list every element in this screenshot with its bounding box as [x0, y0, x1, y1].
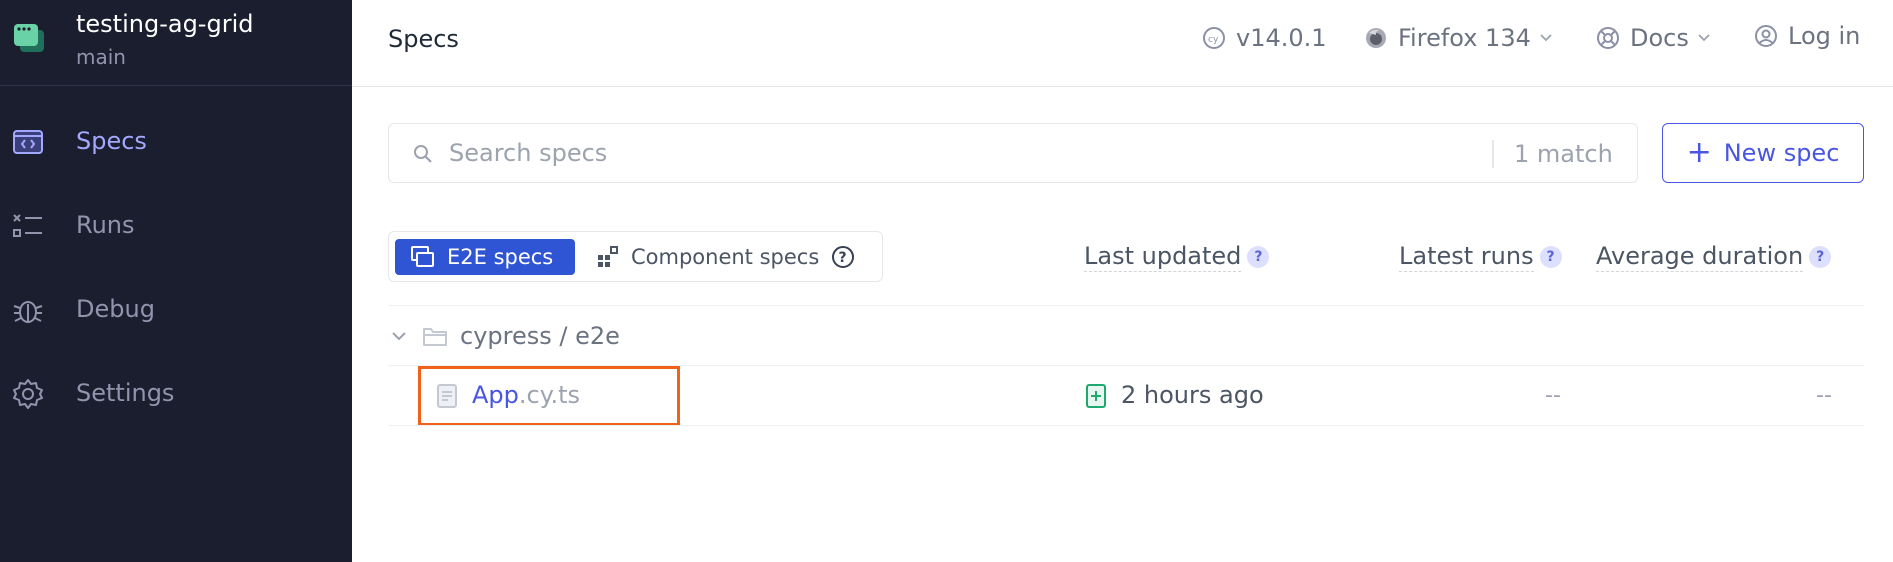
- column-label: Latest runs: [1399, 242, 1534, 272]
- chevron-down-icon: [1540, 34, 1552, 42]
- user-icon: [1755, 25, 1777, 47]
- search-box: 1 match: [388, 123, 1638, 183]
- search-icon: [414, 145, 432, 163]
- chevron-down-icon: [392, 332, 406, 341]
- column-label: Last updated: [1084, 242, 1242, 272]
- svg-text:cy: cy: [1208, 35, 1219, 45]
- sidebar: testing-ag-grid main Specs Runs Debug Se…: [0, 0, 352, 562]
- e2e-icon: [411, 246, 434, 267]
- column-last-updated[interactable]: Last updated ?: [1084, 242, 1270, 272]
- chevron-down-icon: [1698, 34, 1710, 42]
- search-divider: [1492, 140, 1494, 168]
- project-branch: main: [76, 45, 126, 69]
- page-title: Specs: [388, 25, 459, 53]
- sidebar-item-runs[interactable]: Runs: [0, 195, 352, 255]
- project-switcher[interactable]: testing-ag-grid main: [0, 0, 352, 86]
- lifebuoy-icon: [1597, 27, 1619, 49]
- avg-duration-value: --: [1816, 383, 1832, 408]
- sidebar-item-label: Runs: [76, 211, 135, 239]
- browser-selector[interactable]: Firefox 134: [1364, 22, 1553, 54]
- folder-row[interactable]: cypress / e2e: [388, 318, 620, 354]
- spec-file-base: App: [472, 381, 519, 409]
- new-spec-button[interactable]: + New spec: [1662, 123, 1864, 183]
- help-icon[interactable]: ?: [1539, 246, 1562, 268]
- last-updated-value: 2 hours ago: [1121, 381, 1264, 409]
- sidebar-item-specs[interactable]: Specs: [0, 111, 352, 171]
- component-icon: [598, 246, 618, 267]
- sidebar-item-label: Settings: [76, 379, 175, 407]
- svg-text:?: ?: [839, 250, 847, 266]
- browser-label: Firefox 134: [1398, 24, 1531, 52]
- sidebar-item-settings[interactable]: Settings: [0, 363, 352, 423]
- e2e-specs-tab[interactable]: E2E specs: [395, 239, 575, 275]
- column-label: Average duration: [1596, 242, 1804, 272]
- docs-label: Docs: [1630, 24, 1689, 52]
- login-button[interactable]: Log in: [1754, 20, 1860, 52]
- sidebar-item-debug[interactable]: Debug: [0, 279, 352, 339]
- help-icon[interactable]: ?: [831, 245, 855, 269]
- project-name: testing-ag-grid: [76, 10, 254, 38]
- top-header: Specs cy v14.0.1 Firefox 134 Docs Log in: [352, 0, 1893, 87]
- firefox-icon: [1366, 28, 1386, 48]
- version-label: v14.0.1: [1236, 24, 1327, 52]
- folder-path: cypress / e2e: [460, 322, 620, 350]
- cypress-logo-icon: cy: [1203, 27, 1225, 49]
- search-input[interactable]: [449, 134, 1449, 172]
- bug-icon: [13, 301, 43, 323]
- column-latest-runs[interactable]: Latest runs ?: [1399, 242, 1562, 272]
- component-specs-tab[interactable]: Component specs ?: [597, 239, 867, 275]
- spec-file-ext: .cy.ts: [518, 381, 581, 409]
- spec-file-link[interactable]: App.cy.ts: [472, 381, 580, 409]
- runs-icon: [13, 214, 42, 237]
- help-icon[interactable]: ?: [1809, 246, 1832, 268]
- project-logo-icon: [14, 24, 44, 52]
- document-icon: [437, 384, 457, 408]
- component-specs-label: Component specs: [631, 245, 820, 269]
- testing-type-toggle: E2E specs Component specs ?: [388, 231, 883, 282]
- plus-icon: +: [1686, 135, 1712, 170]
- divider: [388, 425, 1864, 426]
- match-count: 1 match: [1514, 140, 1613, 168]
- folder-icon: [423, 328, 447, 346]
- column-average-duration[interactable]: Average duration ?: [1596, 242, 1832, 272]
- file-added-icon: [1086, 384, 1106, 408]
- sidebar-item-label: Specs: [76, 127, 147, 155]
- e2e-specs-label: E2E specs: [447, 245, 554, 269]
- docs-menu[interactable]: Docs: [1596, 22, 1711, 54]
- specs-icon: [13, 130, 43, 154]
- divider: [388, 305, 1864, 306]
- latest-runs-value: --: [1545, 383, 1561, 408]
- help-icon[interactable]: ?: [1247, 246, 1270, 268]
- gear-icon: [13, 379, 43, 409]
- sidebar-item-label: Debug: [76, 295, 155, 323]
- new-spec-label: New spec: [1723, 139, 1840, 167]
- cypress-version-link[interactable]: cy v14.0.1: [1202, 22, 1327, 54]
- login-label: Log in: [1788, 22, 1861, 50]
